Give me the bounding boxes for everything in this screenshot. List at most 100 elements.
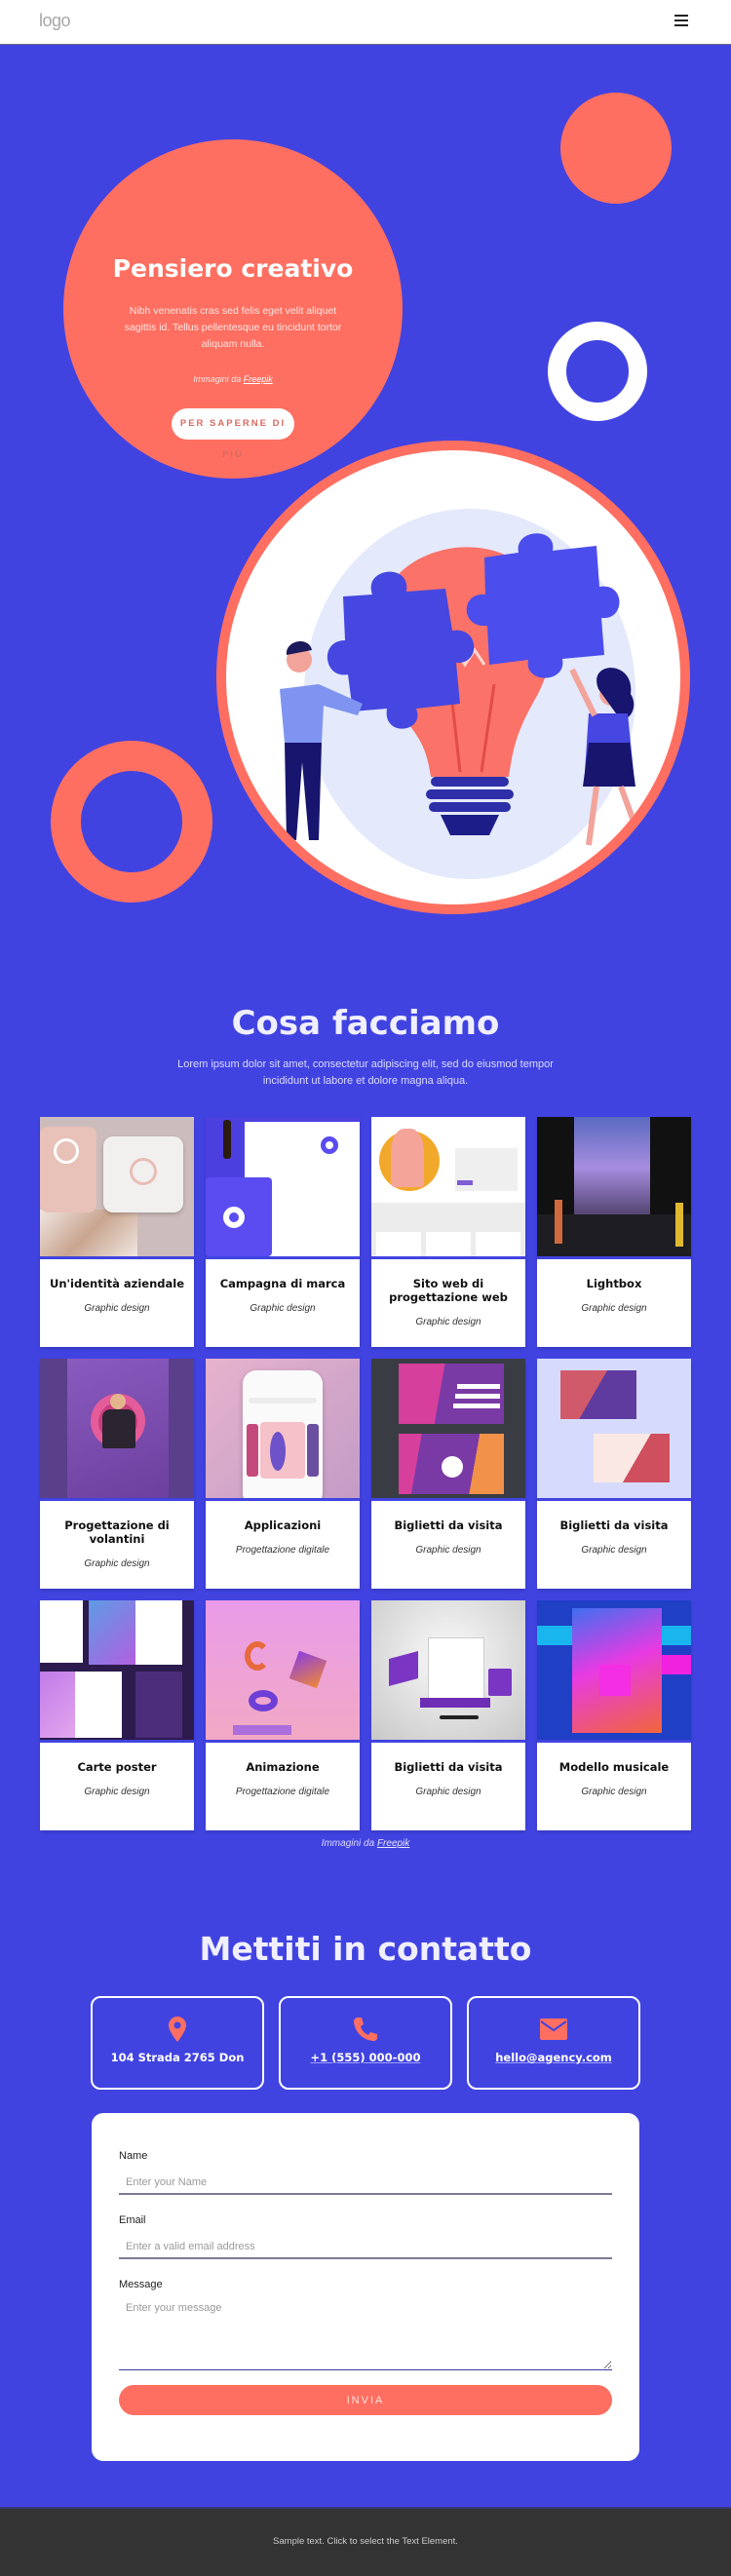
image-shape — [476, 1232, 520, 1256]
image-shape — [426, 1232, 471, 1256]
service-card[interactable]: Modello musicale Graphic design — [537, 1600, 691, 1830]
service-card[interactable]: Applicazioni Progettazione digitale — [206, 1359, 360, 1589]
night-party-poster-image — [537, 1117, 691, 1256]
image-shape — [574, 1117, 650, 1229]
lightbulb-puzzle-illustration — [216, 441, 690, 914]
map-pin-icon — [93, 2016, 262, 2043]
card-body: Applicazioni Progettazione digitale — [206, 1498, 360, 1589]
card-title: Biglietti da visita — [559, 1519, 669, 1532]
image-shape — [102, 1409, 135, 1448]
email-box: hello@agency.com — [467, 1996, 640, 2090]
contact-form: Name Email Message INVIA — [92, 2113, 639, 2461]
card-subtitle: Progettazione digitale — [235, 1787, 330, 1797]
email-input[interactable] — [119, 2235, 612, 2259]
decorative-ring-orange — [51, 741, 212, 903]
image-shape — [206, 1600, 360, 1740]
footer-text[interactable]: Sample text. Click to select the Text El… — [273, 2536, 458, 2547]
image-shape — [560, 1370, 636, 1419]
card-body: Progettazione di volantini Graphic design — [40, 1498, 194, 1589]
card-title: Carte poster — [77, 1760, 157, 1774]
card-title: Un'identità aziendale — [49, 1277, 185, 1290]
card-body: Un'identità aziendale Graphic design — [40, 1256, 194, 1347]
karaoke-poster-image — [537, 1600, 691, 1740]
logo[interactable]: logo — [39, 11, 71, 31]
message-textarea[interactable] — [119, 2299, 612, 2370]
image-shape — [453, 1403, 500, 1408]
service-card[interactable]: Sito web di progettazione web Graphic des… — [371, 1117, 525, 1347]
image-shape — [457, 1180, 473, 1185]
credit-prefix: Immagini da — [321, 1838, 377, 1849]
illustration-svg — [280, 509, 643, 879]
image-shape — [223, 1120, 231, 1159]
freepik-link[interactable]: Freepik — [244, 374, 273, 384]
image-shape — [249, 1690, 278, 1711]
image-shape — [40, 1210, 137, 1256]
footer: Sample text. Click to select the Text El… — [0, 2507, 731, 2576]
image-shape — [249, 1398, 317, 1403]
card-title: Animazione — [246, 1760, 320, 1774]
image-shape — [110, 1394, 126, 1409]
service-card[interactable]: Un'identità aziendale Graphic design — [40, 1117, 194, 1347]
services-credit: Immagini da Freepik — [0, 1838, 731, 1849]
image-shape — [455, 1394, 500, 1399]
card-body: Carte poster Graphic design — [40, 1740, 194, 1830]
image-shape — [75, 1672, 122, 1738]
freepik-link[interactable]: Freepik — [377, 1838, 409, 1849]
card-subtitle: Graphic design — [581, 1545, 647, 1556]
image-shape — [599, 1665, 631, 1696]
submit-button[interactable]: INVIA — [119, 2385, 612, 2415]
email-link[interactable]: hello@agency.com — [469, 2051, 638, 2064]
services-title: Cosa facciamo — [231, 1004, 500, 1043]
hamburger-menu-icon[interactable] — [674, 15, 688, 28]
image-shape — [40, 1600, 83, 1663]
service-card[interactable]: Campagna di marca Graphic design — [206, 1117, 360, 1347]
learn-more-button[interactable]: PER SAPERNE DI PIÙ — [172, 408, 294, 460]
service-card[interactable]: Carte poster Graphic design — [40, 1600, 194, 1830]
flyer-mockup-image — [40, 1359, 194, 1498]
3d-shapes-poster-image — [206, 1600, 360, 1740]
service-card[interactable]: Animazione Progettazione digitale — [206, 1600, 360, 1830]
service-card[interactable]: Biglietti da visita Graphic design — [371, 1600, 525, 1830]
card-title: Applicazioni — [244, 1519, 322, 1532]
business-card-mockup-image — [40, 1117, 194, 1256]
card-body: Biglietti da visita Graphic design — [371, 1740, 525, 1830]
image-shape — [420, 1698, 490, 1708]
image-shape — [223, 1207, 245, 1228]
name-input[interactable] — [119, 2171, 612, 2195]
branding-stationery-mockup-image — [206, 1117, 360, 1256]
email-label: Email — [119, 2214, 146, 2226]
top-navigation-bar: logo — [0, 0, 731, 45]
card-subtitle: Graphic design — [84, 1787, 150, 1797]
image-shape — [247, 1424, 258, 1477]
card-subtitle: Graphic design — [415, 1545, 481, 1556]
phone-app-mockup-image — [206, 1359, 360, 1498]
image-shape — [135, 1672, 182, 1738]
card-body: Modello musicale Graphic design — [537, 1740, 691, 1830]
image-shape — [428, 1637, 484, 1702]
image-shape — [245, 1641, 270, 1671]
service-card[interactable]: Biglietti da visita Graphic design — [371, 1359, 525, 1589]
image-shape — [135, 1600, 182, 1665]
card-subtitle: Graphic design — [84, 1303, 150, 1314]
address-box: 104 Strada 2765 Don — [91, 1996, 264, 2090]
service-card[interactable]: Biglietti da visita Graphic design — [537, 1359, 691, 1589]
card-subtitle: Graphic design — [415, 1787, 481, 1797]
hero-credit: Immagini da Freepik — [63, 374, 403, 384]
phone-icon — [281, 2016, 450, 2043]
phone-link[interactable]: +1 (555) 000-000 — [281, 2051, 450, 2064]
image-shape — [440, 1715, 479, 1719]
image-shape — [54, 1138, 79, 1164]
card-title: Sito web di progettazione web — [389, 1277, 508, 1304]
service-card[interactable]: Progettazione di volantini Graphic design — [40, 1359, 194, 1589]
service-card[interactable]: Lightbox Graphic design — [537, 1117, 691, 1347]
business-cards-pastel-image — [537, 1359, 691, 1498]
services-grid: Un'identità aziendale Graphic design Campa… — [40, 1117, 691, 1830]
phone-box: +1 (555) 000-000 — [279, 1996, 452, 2090]
image-shape — [391, 1129, 424, 1187]
card-subtitle: Graphic design — [84, 1558, 150, 1569]
image-shape — [457, 1384, 500, 1389]
card-body: Lightbox Graphic design — [537, 1256, 691, 1347]
image-shape — [594, 1434, 670, 1482]
image-shape — [307, 1424, 319, 1477]
image-shape — [233, 1725, 291, 1735]
